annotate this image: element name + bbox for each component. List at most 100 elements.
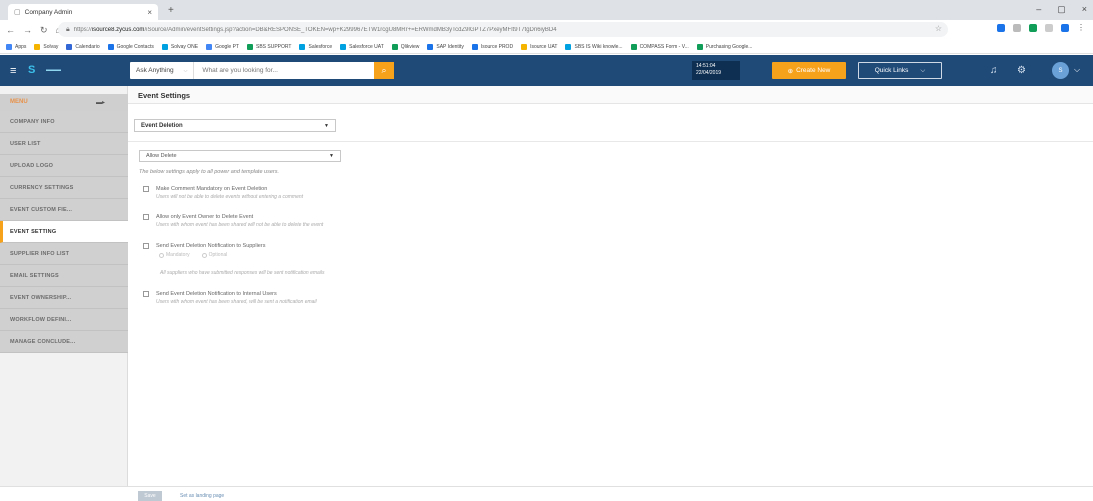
ask-anything-dropdown[interactable]: Ask Anything ⌵	[130, 62, 195, 79]
allow-delete-select[interactable]: Allow Delete ▼	[139, 150, 341, 162]
extension-icons: ⋮	[997, 24, 1085, 32]
chevron-down-icon[interactable]: ⌵	[1074, 65, 1080, 75]
search-input[interactable]	[194, 67, 355, 74]
bookmark-icon	[247, 43, 253, 50]
checkbox[interactable]	[143, 291, 149, 297]
bookmark-icon	[391, 43, 398, 50]
page-title: Event Settings	[138, 91, 191, 100]
bookmark-icon	[521, 43, 528, 50]
sidebar-item-currency-settings[interactable]: CURRENCY SETTINGS	[0, 177, 128, 199]
bookmark-item[interactable]: Salesforce UAT	[340, 43, 384, 50]
dropdown-arrow-icon: ▼	[329, 153, 334, 159]
search-icon: ⌕	[381, 65, 387, 75]
sidebar-item-company-info[interactable]: COMPANY INFO	[0, 111, 128, 133]
sidebar-item-email-settings[interactable]: EMAIL SETTINGS	[0, 265, 128, 287]
bookmark-item[interactable]: Google PT	[206, 43, 239, 50]
address-bar-row: ← → ↻ ⌂ 🔒︎ https://isource8.zycus.com/iS…	[0, 20, 1093, 40]
back-arrow-icon[interactable]: ←	[6, 25, 15, 35]
bookmark-icon	[107, 43, 114, 50]
quick-links-dropdown[interactable]: Quick Links ⌵	[858, 62, 942, 79]
reload-icon[interactable]: ↻	[40, 25, 48, 36]
bookmark-icon	[34, 43, 41, 50]
create-new-button[interactable]: ⊕ Create New	[772, 62, 846, 79]
bookmark-icon	[206, 43, 213, 50]
zycus-logo: S	[28, 64, 36, 76]
settings-note: The below settings apply to all power an…	[139, 169, 280, 175]
bookmark-item[interactable]: Purchasing Google...	[696, 43, 752, 50]
chevron-down-icon: ⌵	[920, 66, 926, 74]
bookmark-item[interactable]: SAP Identity	[427, 43, 464, 50]
avatar[interactable]: S	[1052, 62, 1069, 79]
lock-icon: 🔒︎	[66, 25, 70, 33]
bookmark-item[interactable]: Calendario	[66, 43, 100, 50]
sidebar-item-user-list[interactable]: USER LIST	[0, 133, 128, 155]
radio-optional[interactable]: Optional	[201, 252, 227, 258]
bookmark-item[interactable]: SBS SUPPORT	[247, 43, 291, 50]
search-button[interactable]: ⌕	[374, 62, 394, 79]
sidebar-item-event-ownership[interactable]: EVENT OWNERSHIP...	[0, 287, 128, 309]
bookmark-icon	[427, 43, 434, 50]
bookmark-item[interactable]: Google Contacts	[107, 43, 154, 50]
sidebar-item-supplier-info-list[interactable]: SUPPLIER INFO LIST	[0, 243, 128, 265]
forward-arrow-icon[interactable]: →	[23, 25, 32, 35]
bookmark-item[interactable]: SBS IS Wiki knowle...	[565, 43, 623, 50]
window-controls: – ▢ ×	[1036, 4, 1087, 15]
save-button[interactable]: Save	[138, 491, 162, 501]
bookmark-star-icon[interactable]: ☆	[935, 24, 942, 33]
gear-icon[interactable]: ⚙︎	[1017, 65, 1026, 76]
new-tab-button[interactable]: +	[168, 5, 174, 16]
bookmark-item[interactable]: Isource UAT	[521, 43, 557, 50]
minimize-button[interactable]: –	[1036, 4, 1041, 15]
extension-icon[interactable]	[1029, 24, 1037, 32]
bookmark-icon	[340, 43, 347, 50]
menu-label: MENU	[10, 99, 28, 105]
checkbox[interactable]	[143, 243, 149, 249]
extension-icon[interactable]	[1061, 24, 1069, 32]
radio-mandatory[interactable]: Mandatory	[159, 252, 190, 258]
url-text: https://isource8.zycus.com/iSource/Admin…	[73, 26, 557, 33]
browser-tab-bar: ▢ Company Admin × + – ▢ ×	[0, 0, 1093, 20]
bookmark-item[interactable]: Qlikview	[391, 43, 419, 50]
tab-title: Company Admin	[24, 8, 73, 16]
page-icon: ▢	[14, 9, 21, 16]
search-box: Ask Anything ⌵ ⌕	[130, 62, 394, 79]
set-landing-page-link[interactable]: Set as landing page	[180, 493, 224, 499]
app-header: ≡ S ▬▬▬ Ask Anything ⌵ ⌕ 14:51:04 22/04/…	[0, 55, 1093, 86]
bookmark-item[interactable]: Salesforce	[299, 43, 332, 50]
bookmark-icon	[299, 43, 306, 50]
chevron-down-icon: ⌵	[183, 67, 188, 74]
bookmark-icon	[66, 43, 73, 50]
hamburger-menu-icon[interactable]: ≡	[10, 65, 16, 77]
supplier-notification-note: All suppliers who have submitted respons…	[160, 270, 325, 276]
collapse-toggle-icon[interactable]: ▬▸	[96, 99, 105, 106]
close-window-button[interactable]: ×	[1082, 4, 1087, 15]
sidebar-item-manage-conclude[interactable]: MANAGE CONCLUDE...	[0, 331, 128, 353]
bookmark-item[interactable]: Solvay ONE	[161, 43, 198, 50]
event-type-select[interactable]: Event Deletion ▼	[134, 119, 336, 132]
sidebar-item-event-custom-fie[interactable]: EVENT CUSTOM FIE...	[0, 199, 128, 221]
sidebar-item-upload-logo[interactable]: UPLOAD LOGO	[0, 155, 128, 177]
checkbox[interactable]	[143, 214, 149, 220]
browser-menu-icon[interactable]: ⋮	[1077, 24, 1085, 32]
sidebar-item-event-setting[interactable]: EVENT SETTING	[0, 221, 128, 243]
bookmark-item[interactable]: Apps	[6, 43, 26, 50]
notification-radio-group: Mandatory Optional	[159, 252, 227, 258]
tab-close-icon[interactable]: ×	[147, 8, 152, 17]
bookmark-icon	[6, 43, 12, 50]
datetime-display: 14:51:04 22/04/2019	[692, 61, 740, 80]
extension-icon[interactable]	[1045, 24, 1053, 32]
checkbox[interactable]	[143, 186, 149, 192]
maximize-button[interactable]: ▢	[1057, 4, 1066, 15]
bell-icon[interactable]: ♫︎	[990, 65, 998, 76]
bookmark-item[interactable]: Isource PROD	[471, 43, 513, 50]
extension-icon[interactable]	[997, 24, 1005, 32]
page-title-bar: Event Settings	[128, 86, 1093, 104]
bookmark-item[interactable]: Solvay	[34, 43, 58, 50]
browser-tab[interactable]: ▢ Company Admin ×	[8, 4, 158, 20]
bookmarks-bar: Apps Solvay Calendario Google Contacts Solva…	[0, 40, 1093, 54]
divider	[128, 141, 1093, 142]
sidebar-item-workflow-defini[interactable]: WORKFLOW DEFINI...	[0, 309, 128, 331]
bookmark-item[interactable]: COMPASS Form - V...	[630, 43, 689, 50]
url-bar[interactable]: 🔒︎ https://isource8.zycus.com/iSource/Ad…	[58, 22, 948, 37]
extension-icon[interactable]	[1013, 24, 1021, 32]
